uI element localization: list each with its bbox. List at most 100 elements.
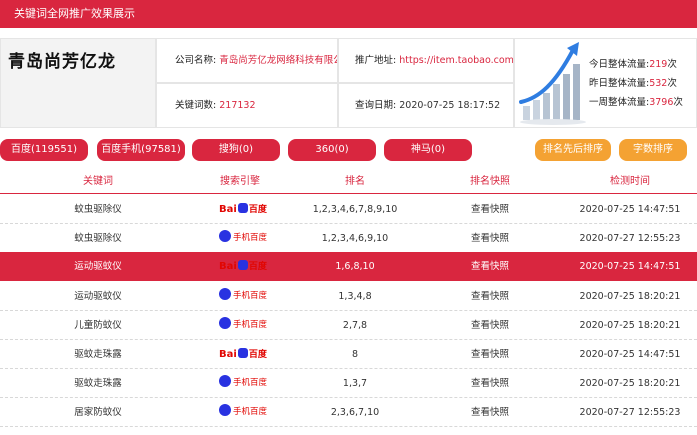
today-traffic-label: 今日整体流量: <box>589 59 650 70</box>
tab-sogou[interactable]: 搜狗(0) <box>192 139 280 161</box>
table-row[interactable]: 运动驱蚊仪 手机百度 1,3,4,8 查看快照 2020-07-25 18:20:21 <box>0 282 697 311</box>
yesterday-traffic-unit: 次 <box>667 78 677 89</box>
baidu-paw-icon <box>237 260 248 270</box>
sort-by-length-button[interactable]: 字数排序 <box>619 139 687 161</box>
company-name-box: 青岛尚芳亿龙 <box>0 38 156 128</box>
baidu-mobile-logo-icon: 手机百度 <box>219 317 275 334</box>
query-date-value: 2020-07-25 18:17:52 <box>399 100 501 111</box>
company-info-panel: 青岛尚芳亿龙 公司名称: 青岛尚芳亿龙网络科技有限公 关键词数: 217132 … <box>0 38 697 128</box>
baidu-mobile-logo-icon: 手机百度 <box>219 288 275 305</box>
keyword-count-cell: 关键词数: 217132 <box>156 83 338 128</box>
view-snapshot-link[interactable]: 查看快照 <box>440 282 540 311</box>
table-header: 关键词 搜索引擎 排名 排名快照 检测时间 <box>0 170 697 194</box>
keyword-cell: 驱蚊走珠露 <box>74 378 122 389</box>
table-row[interactable]: 居家防蚊仪 手机百度 2,3,6,7,10 查看快照 2020-07-27 12:55:… <box>0 398 697 427</box>
baidu-paw-icon <box>237 203 248 213</box>
baidu-logo-text-right: 百度 <box>248 350 267 360</box>
header-rank: 排名 <box>345 176 365 187</box>
company-name: 青岛尚芳亿龙 <box>8 52 116 72</box>
baidu-mobile-logo-text: 手机百度 <box>233 320 268 330</box>
traffic-panel: 今日整体流量:219次 昨日整体流量:532次 一周整体流量:3796次 <box>514 38 697 128</box>
baidu-mobile-logo-icon: 手机百度 <box>219 230 275 247</box>
page-title: 关键词全网推广效果展示 <box>14 7 135 20</box>
yesterday-traffic: 昨日整体流量:532次 <box>589 75 677 89</box>
check-time-cell: 2020-07-25 14:47:51 <box>579 349 681 360</box>
query-date-label: 查询日期: <box>355 100 397 111</box>
baidu-logo-icon: Bai 百度 <box>219 258 275 275</box>
keyword-count-value: 217132 <box>219 100 256 111</box>
keyword-cell: 运动驱蚊仪 <box>74 261 122 272</box>
view-snapshot-link[interactable]: 查看快照 <box>440 224 540 253</box>
baidu-paw-icon <box>219 404 231 416</box>
check-time-cell: 2020-07-25 18:20:21 <box>579 320 681 331</box>
baidu-logo-text-right: 百度 <box>248 262 267 272</box>
promotion-url-link[interactable]: https://item.taobao.com/ite <box>399 55 513 66</box>
baidu-logo-icon: Bai 百度 <box>219 201 275 218</box>
week-traffic-value: 3796 <box>649 97 674 108</box>
promotion-url-cell: 推广地址: https://item.taobao.com/ite <box>338 38 514 83</box>
page-header: 关键词全网推广效果展示 <box>0 0 697 28</box>
rank-cell: 2,3,6,7,10 <box>330 407 380 418</box>
table-row[interactable]: 驱蚊走珠露 手机百度 1,3,7 查看快照 2020-07-25 18:20:21 <box>0 369 697 398</box>
week-traffic-label: 一周整体流量: <box>589 97 650 108</box>
view-snapshot-link[interactable]: 查看快照 <box>440 369 540 398</box>
check-time-cell: 2020-07-27 12:55:23 <box>579 233 681 244</box>
baidu-paw-icon <box>219 230 231 242</box>
view-snapshot-link[interactable]: 查看快照 <box>440 252 540 281</box>
rank-cell: 1,3,4,8 <box>338 291 372 302</box>
growth-chart-icon <box>519 42 586 125</box>
baidu-mobile-logo-text: 手机百度 <box>233 378 268 388</box>
table-row[interactable]: 运动驱蚊仪 Bai 百度 1,6,8,10 查看快照 2020-07-25 14:47:5… <box>0 252 697 281</box>
baidu-mobile-logo-icon: 手机百度 <box>219 375 275 392</box>
keyword-cell: 居家防蚊仪 <box>74 407 122 418</box>
yesterday-traffic-label: 昨日整体流量: <box>589 78 650 89</box>
baidu-paw-icon <box>237 348 248 358</box>
check-time-cell: 2020-07-25 18:20:21 <box>579 291 681 302</box>
tab-shenma[interactable]: 神马(0) <box>384 139 472 161</box>
yesterday-traffic-value: 532 <box>649 78 668 89</box>
company-name-value: 青岛尚芳亿龙网络科技有限公 <box>219 55 338 66</box>
keyword-cell: 运动驱蚊仪 <box>74 291 122 302</box>
company-name-label: 公司名称: <box>175 55 217 66</box>
baidu-logo-icon: Bai 百度 <box>219 346 275 363</box>
baidu-logo-text-right: 百度 <box>248 205 267 215</box>
tab-baidu[interactable]: 百度(119551) <box>0 139 88 161</box>
rank-cell: 1,3,7 <box>342 378 368 389</box>
sort-by-rank-button[interactable]: 排名先后排序 <box>535 139 611 161</box>
tab-360[interactable]: 360(0) <box>288 139 376 161</box>
check-time-cell: 2020-07-25 14:47:51 <box>579 204 681 215</box>
table-row[interactable]: 蚊虫驱除仪 Bai 百度 1,2,3,4,6,7,8,9,10 查看快照 2020-07-… <box>0 195 697 224</box>
promotion-url-label: 推广地址: <box>355 55 397 66</box>
keyword-cell: 蚊虫驱除仪 <box>74 233 122 244</box>
baidu-mobile-logo-text: 手机百度 <box>233 407 268 417</box>
keyword-cell: 蚊虫驱除仪 <box>74 204 122 215</box>
table-row[interactable]: 蚊虫驱除仪 手机百度 1,2,3,4,6,9,10 查看快照 2020-07-27 12… <box>0 224 697 253</box>
week-traffic: 一周整体流量:3796次 <box>589 94 683 108</box>
header-keyword: 关键词 <box>83 176 113 187</box>
baidu-mobile-logo-text: 手机百度 <box>233 291 268 301</box>
rank-cell: 1,2,3,4,6,9,10 <box>321 233 389 244</box>
rank-cell: 2,7,8 <box>342 320 368 331</box>
keyword-cell: 驱蚊走珠露 <box>74 349 122 360</box>
view-snapshot-link[interactable]: 查看快照 <box>440 340 540 369</box>
keyword-count-label: 关键词数: <box>175 100 217 111</box>
table-row[interactable]: 驱蚊走珠露 Bai 百度 8 查看快照 2020-07-25 14:47:51 <box>0 340 697 369</box>
check-time-cell: 2020-07-25 18:20:21 <box>579 378 681 389</box>
header-snapshot: 排名快照 <box>470 176 510 187</box>
view-snapshot-link[interactable]: 查看快照 <box>440 398 540 427</box>
table-row[interactable]: 儿童防蚊仪 手机百度 2,7,8 查看快照 2020-07-25 18:20:21 <box>0 311 697 340</box>
baidu-logo-text-left: Bai <box>219 261 237 272</box>
keyword-cell: 儿童防蚊仪 <box>74 320 122 331</box>
tab-baidu-mobile[interactable]: 百度手机(97581) <box>97 139 185 161</box>
company-name-cell: 公司名称: 青岛尚芳亿龙网络科技有限公 <box>156 38 338 83</box>
query-date-cell: 查询日期: 2020-07-25 18:17:52 <box>338 83 514 128</box>
today-traffic-unit: 次 <box>667 59 677 70</box>
rank-cell: 8 <box>351 349 359 360</box>
rank-cell: 1,6,8,10 <box>335 261 375 272</box>
baidu-logo-text-left: Bai <box>219 349 237 360</box>
view-snapshot-link[interactable]: 查看快照 <box>440 195 540 224</box>
header-time: 检测时间 <box>610 176 650 187</box>
week-traffic-unit: 次 <box>673 97 683 108</box>
view-snapshot-link[interactable]: 查看快照 <box>440 311 540 340</box>
baidu-paw-icon <box>219 288 231 300</box>
